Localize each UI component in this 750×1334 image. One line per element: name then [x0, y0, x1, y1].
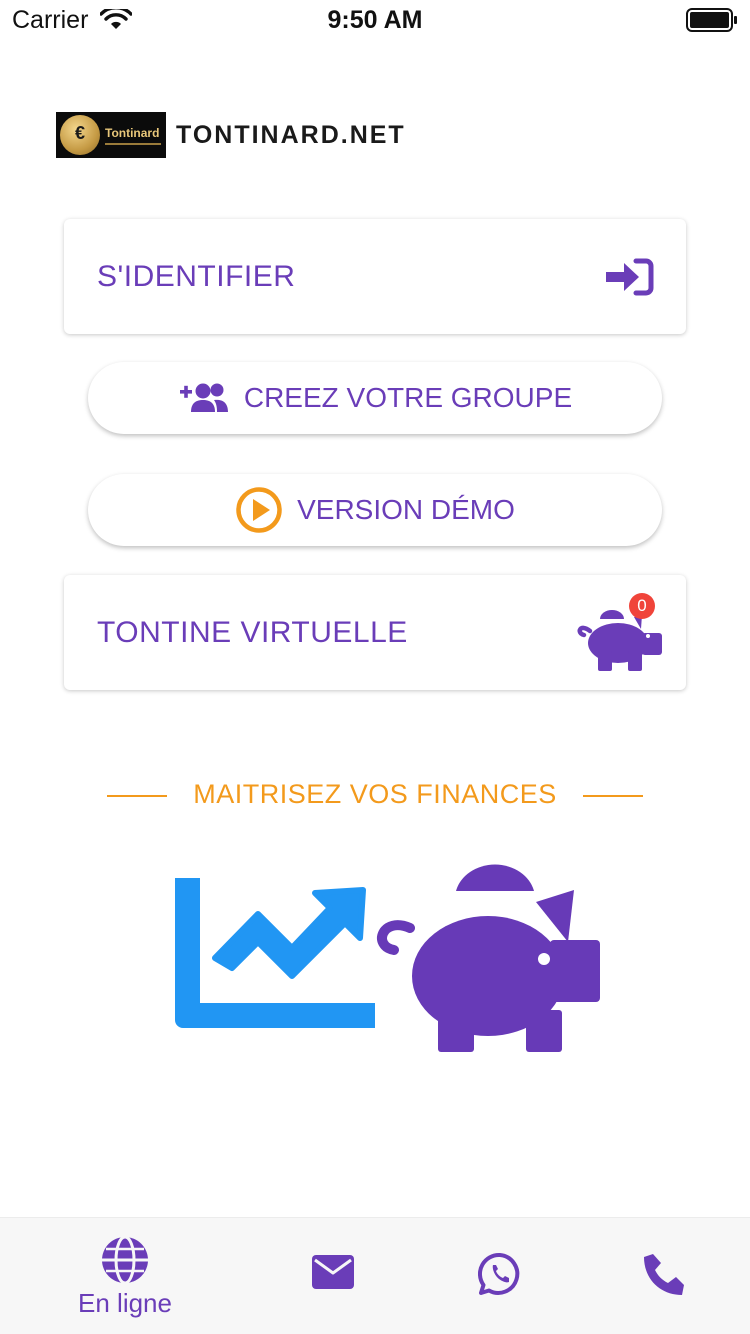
- virtual-tontine-button[interactable]: TONTINE VIRTUELLE 0: [64, 575, 686, 690]
- virtual-tontine-badge: 0: [629, 593, 655, 619]
- finance-illustration: [175, 864, 600, 1052]
- tab-phone[interactable]: [630, 1218, 700, 1334]
- brand-logo: € Tontinard: [56, 112, 166, 158]
- login-button[interactable]: S'IDENTIFIER: [64, 219, 686, 334]
- create-group-label: CREEZ VOTRE GROUPE: [243, 382, 573, 413]
- logo-coin-icon: €: [60, 115, 100, 155]
- tab-whatsapp[interactable]: [465, 1218, 535, 1334]
- brand-name: TONTINARD.NET: [176, 120, 406, 149]
- add-group-icon: [179, 383, 228, 412]
- chart-line-icon: [175, 878, 375, 1028]
- phone-icon: [644, 1254, 684, 1295]
- tab-online-label: En ligne: [78, 1288, 172, 1318]
- logo-symbol: €: [74, 123, 85, 143]
- piggy-bank-icon: [377, 864, 600, 1052]
- envelope-icon: [312, 1255, 354, 1289]
- tab-online[interactable]: En ligne: [70, 1218, 180, 1334]
- play-circle-icon: [236, 487, 282, 533]
- sign-in-icon: [606, 258, 654, 296]
- status-time: 9:50 AM: [327, 6, 423, 34]
- globe-icon: [102, 1235, 148, 1285]
- status-bar: Carrier 9:50 AM: [0, 0, 750, 40]
- slogan-divider-right: [583, 795, 643, 797]
- logo-tagline-bar: [105, 143, 161, 145]
- create-group-button[interactable]: CREEZ VOTRE GROUPE: [88, 362, 662, 434]
- whatsapp-icon: [478, 1252, 520, 1295]
- tab-email[interactable]: [300, 1218, 370, 1334]
- bottom-tab-bar: En ligne: [0, 1217, 750, 1334]
- demo-button[interactable]: VERSION DÉMO: [88, 474, 662, 546]
- home-screen: Carrier 9:50 AM € Tontinard TONTINARD.NE…: [0, 0, 750, 1334]
- slogan-section: MAITRISEZ VOS FINANCES: [0, 775, 750, 815]
- brand-header: € Tontinard TONTINARD.NET: [56, 112, 406, 158]
- login-label: S'IDENTIFIER: [97, 260, 296, 293]
- logo-text: Tontinard: [105, 126, 160, 140]
- demo-label: VERSION DÉMO: [297, 494, 515, 525]
- virtual-tontine-label: TONTINE VIRTUELLE: [97, 616, 408, 649]
- battery-icon: [686, 8, 737, 32]
